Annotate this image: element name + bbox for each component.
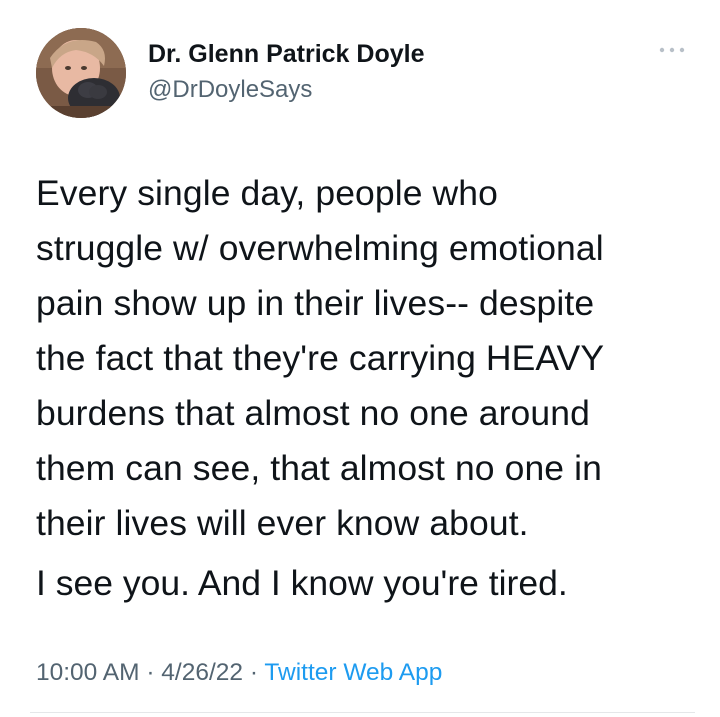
tweet-text-line: pain show up in their lives-- despite	[36, 283, 595, 323]
meta-separator: ·	[146, 659, 162, 686]
author-display-name[interactable]: Dr. Glenn Patrick Doyle	[148, 40, 425, 69]
tweet-card: Dr. Glenn Patrick Doyle @DrDoyleSays Eve…	[0, 0, 720, 717]
more-options-button[interactable]	[652, 40, 692, 60]
tweet-text-line: burdens that almost no one around	[36, 393, 590, 433]
tweet-text-line: them can see, that almost no one in	[36, 448, 602, 488]
tweet-time[interactable]: 10:00 AM	[36, 659, 140, 686]
tweet-metadata: 10:00 AM · 4/26/22 · Twitter Web App	[36, 659, 442, 687]
tweet-text-line: struggle w/ overwhelming emotional	[36, 228, 604, 268]
meta-separator: ·	[249, 659, 265, 686]
author-handle[interactable]: @DrDoyleSays	[148, 76, 312, 104]
tweet-text: Every single day, people who struggle w/…	[36, 166, 696, 551]
tweet-text-line: the fact that they're carrying HEAVY	[36, 338, 605, 378]
author-avatar[interactable]	[36, 28, 126, 118]
tweet-text-line: Every single day, people who	[36, 173, 498, 213]
ellipsis-icon	[659, 47, 685, 53]
tweet-closing-text: I see you. And I know you're tired.	[36, 563, 568, 603]
avatar-photo-icon	[36, 28, 126, 118]
tweet-source-link[interactable]: Twitter Web App	[264, 659, 442, 686]
divider	[30, 712, 695, 713]
tweet-text-line: their lives will ever know about.	[36, 503, 529, 543]
tweet-date[interactable]: 4/26/22	[161, 659, 243, 686]
